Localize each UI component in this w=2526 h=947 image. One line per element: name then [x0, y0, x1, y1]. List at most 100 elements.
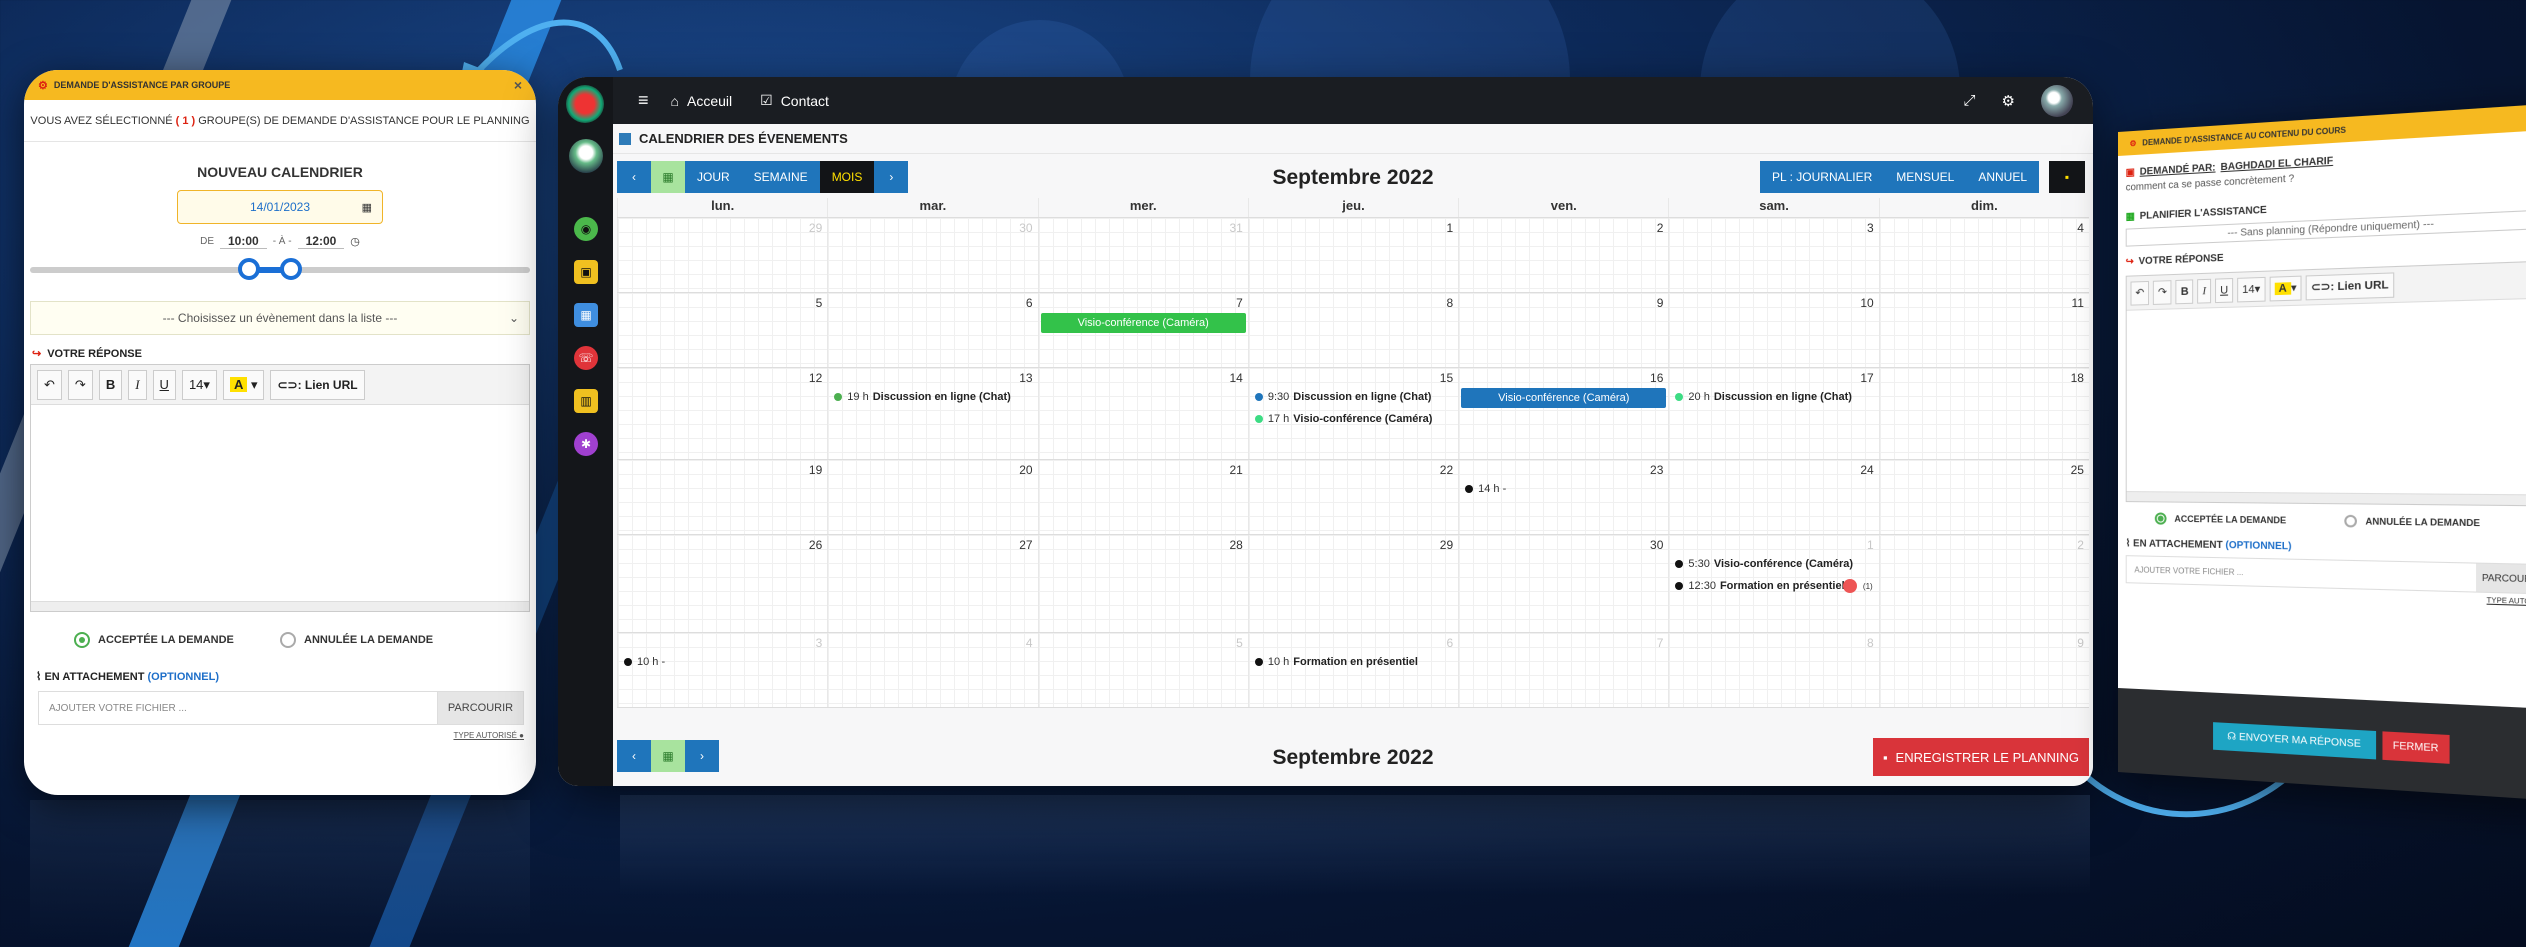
slider-handle-start[interactable] — [238, 258, 260, 280]
font-size-select[interactable]: 14 ▾ — [2237, 276, 2266, 302]
redo-icon[interactable]: ↷ — [2153, 279, 2172, 305]
sidebar-dashboard-icon[interactable]: ◉ — [574, 217, 598, 241]
day-cell[interactable]: 28 — [1037, 535, 1248, 632]
time-from-input[interactable]: 10:00 — [220, 234, 267, 249]
highlight-button[interactable]: A ▾ — [222, 369, 265, 400]
resize-handle[interactable] — [31, 601, 529, 611]
day-cell[interactable]: 10 — [1668, 293, 1879, 367]
day-cell[interactable]: 12 — [617, 368, 828, 459]
reply-textarea[interactable] — [31, 405, 529, 601]
day-cell[interactable]: 6 10 h Formation en présentiel — [1247, 633, 1459, 707]
day-cell[interactable]: 16 Visio-conférence (Caméra) — [1458, 368, 1669, 459]
day-cell[interactable]: 24 — [1668, 460, 1879, 534]
requester-name[interactable]: BAGHDADI EL CHARIF — [2221, 155, 2334, 173]
event-bar[interactable]: Visio-conférence (Caméra) — [1040, 313, 1246, 333]
day-cell[interactable]: 5 — [617, 293, 828, 367]
day-cell[interactable]: 9 — [1878, 633, 2089, 707]
sidebar-support-icon[interactable]: ☏ — [574, 346, 598, 370]
more-events-badge[interactable]: (1) — [1863, 582, 1873, 591]
day-cell[interactable]: 4 — [1878, 218, 2089, 292]
save-icon-button[interactable]: ▪ — [2049, 161, 2085, 193]
link-button[interactable]: ⊂⊃: Lien URL — [270, 369, 365, 400]
event-item[interactable]: 14 h - — [1459, 478, 1668, 500]
day-cell[interactable]: 18 — [1878, 368, 2089, 459]
undo-icon[interactable]: ↶ — [2130, 280, 2150, 306]
event-item[interactable]: 10 h - — [618, 651, 827, 673]
day-cell[interactable]: 3 10 h - — [617, 633, 828, 707]
day-cell[interactable]: 25 — [1878, 460, 2089, 534]
app-logo[interactable] — [566, 85, 604, 123]
day-cell[interactable]: 8 — [1247, 293, 1459, 367]
day-cell[interactable]: 30 — [1458, 535, 1669, 632]
send-reply-button[interactable]: ☊ ENVOYER MA RÉPONSE — [2213, 721, 2376, 759]
time-to-input[interactable]: 12:00 — [297, 234, 345, 249]
browse-button[interactable]: PARCOURIR — [2476, 563, 2526, 594]
time-range-slider[interactable] — [30, 258, 530, 280]
day-cell[interactable]: 30 — [827, 218, 1038, 292]
event-item[interactable]: 12:30 Formation en présentiel (1) — [1669, 575, 1878, 597]
day-cell[interactable]: 4 — [827, 633, 1038, 707]
nav-home[interactable]: ⌂ Acceuil — [671, 93, 733, 109]
event-item[interactable]: 17 h Visio-conférence (Caméra) — [1249, 408, 1458, 430]
highlight-button[interactable]: A ▾ — [2269, 275, 2302, 301]
day-cell[interactable]: 11 — [1878, 293, 2089, 367]
fullscreen-icon[interactable]: ⤢ — [1964, 92, 1976, 109]
sidebar-avatar[interactable] — [569, 139, 603, 173]
plan-monthly-button[interactable]: MENSUEL — [1884, 161, 1967, 193]
day-cell[interactable]: 29 — [617, 218, 828, 292]
plan-yearly-button[interactable]: ANNUEL — [1966, 161, 2039, 193]
calendar-icon[interactable]: ▦ — [362, 201, 372, 214]
plan-daily-button[interactable]: PL : JOURNALIER — [1760, 161, 1885, 193]
accept-radio[interactable]: ACCEPTÉE LA DEMANDE — [74, 632, 280, 648]
day-cell[interactable]: 17 20 h Discussion en ligne (Chat) — [1668, 368, 1879, 459]
day-cell[interactable]: 15 9:30 Discussion en ligne (Chat) 17 h Visi… — [1247, 368, 1459, 459]
reply-textarea[interactable] — [2126, 298, 2526, 495]
day-cell[interactable]: 13 19 h Discussion en ligne (Chat) — [827, 368, 1038, 459]
day-cell[interactable]: 14 — [1037, 368, 1248, 459]
day-cell[interactable]: 7 — [1458, 633, 1669, 707]
day-cell[interactable]: 8 — [1668, 633, 1879, 707]
day-cell[interactable]: 1 — [1247, 218, 1459, 292]
resize-handle[interactable] — [2126, 491, 2526, 506]
underline-button[interactable]: U — [152, 369, 176, 400]
day-cell[interactable]: 23 14 h - — [1458, 460, 1669, 534]
event-item[interactable]: 10 h Formation en présentiel — [1249, 651, 1458, 673]
sidebar-settings-icon[interactable]: ✱ — [574, 432, 598, 456]
day-cell[interactable]: 31 — [1037, 218, 1248, 292]
day-cell[interactable]: 3 — [1668, 218, 1879, 292]
sidebar-calendar-icon[interactable]: ▦ — [574, 303, 598, 327]
day-cell[interactable]: 20 — [827, 460, 1038, 534]
nav-contact[interactable]: ☑ Contact — [760, 92, 829, 109]
file-input[interactable]: AJOUTER VOTRE FICHIER ... PARCOURIR — [38, 691, 524, 725]
save-planning-button[interactable]: ▪ ENREGISTRER LE PLANNING — [1873, 738, 2089, 776]
allowed-types-link[interactable]: TYPE AUTORISÉ ● — [36, 731, 524, 740]
day-cell[interactable]: 19 — [617, 460, 828, 534]
bold-button[interactable]: B — [98, 369, 123, 400]
italic-button[interactable]: I — [128, 369, 147, 400]
sidebar-chat-icon[interactable]: ▣ — [574, 260, 598, 284]
day-cell[interactable]: 21 — [1037, 460, 1248, 534]
event-item[interactable]: 5:30 Visio-conférence (Caméra) — [1669, 553, 1878, 575]
event-bar[interactable]: Visio-conférence (Caméra) — [1461, 388, 1667, 408]
day-cell[interactable]: 7 Visio-conférence (Caméra) — [1037, 293, 1248, 367]
accept-radio[interactable]: ACCEPTÉE LA DEMANDE — [2154, 512, 2345, 527]
date-input[interactable]: 14/01/2023 ▦ — [177, 190, 383, 224]
day-cell[interactable]: 26 — [617, 535, 828, 632]
redo-icon[interactable]: ↷ — [67, 369, 93, 400]
day-cell[interactable]: 22 — [1247, 460, 1459, 534]
day-cell[interactable]: 9 — [1458, 293, 1669, 367]
day-cell[interactable]: 27 — [827, 535, 1038, 632]
day-cell[interactable]: 29 — [1247, 535, 1459, 632]
font-size-select[interactable]: 14 ▾ — [181, 369, 217, 400]
day-cell[interactable]: 2 — [1458, 218, 1669, 292]
underline-button[interactable]: U — [2215, 277, 2234, 303]
event-item[interactable]: 19 h Discussion en ligne (Chat) — [828, 386, 1037, 408]
undo-icon[interactable]: ↶ — [37, 369, 62, 400]
event-item[interactable]: 20 h Discussion en ligne (Chat) — [1669, 386, 1878, 408]
link-button[interactable]: ⊂⊃: Lien URL — [2305, 271, 2394, 300]
event-item[interactable]: 9:30 Discussion en ligne (Chat) — [1249, 386, 1458, 408]
hamburger-menu-icon[interactable]: ≡ — [638, 90, 649, 111]
cancel-radio[interactable]: ANNULÉE LA DEMANDE — [2344, 514, 2526, 531]
event-select[interactable]: --- Choisissez un évènement dans la list… — [30, 301, 530, 335]
day-cell[interactable]: 5 — [1037, 633, 1248, 707]
